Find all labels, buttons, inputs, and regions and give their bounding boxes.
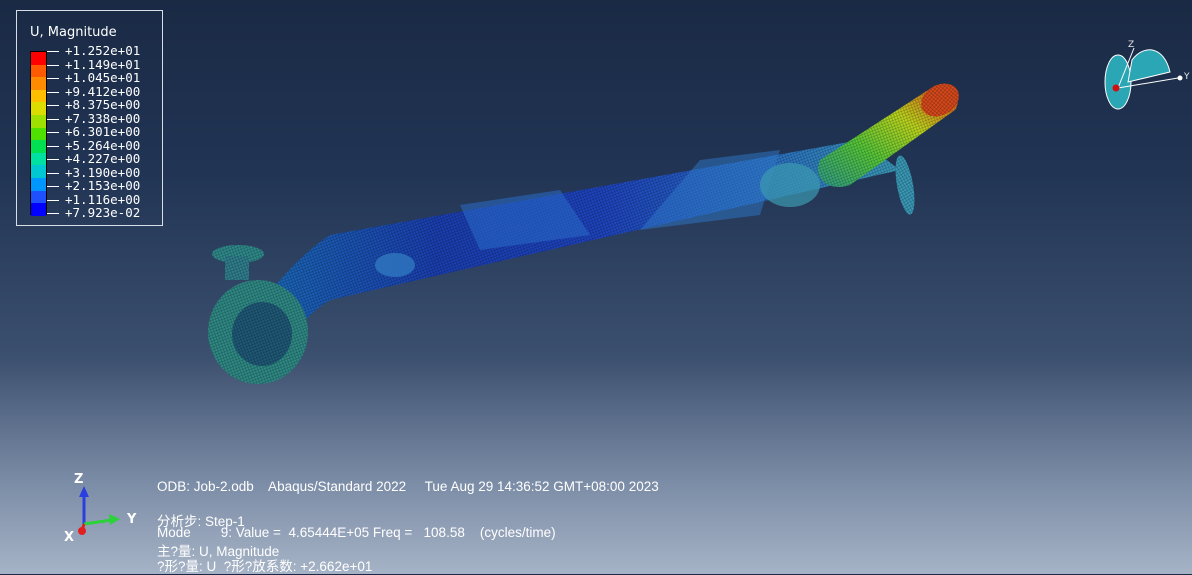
legend-tick: [47, 91, 59, 93]
view-cube-icon: [1104, 47, 1183, 110]
legend-value: +2.153e+00: [65, 178, 141, 193]
legend-swatch: [31, 190, 46, 204]
view-cube-z-label: Z: [1128, 40, 1135, 50]
legend-value: +1.116e+00: [65, 191, 141, 207]
legend-title: U, Magnitude: [30, 25, 117, 40]
legend-tick: [47, 145, 59, 147]
legend-value: +3.190e+00: [65, 164, 141, 180]
legend-value: +6.301e+00: [65, 124, 141, 139]
legend-tick: [47, 78, 59, 79]
legend-swatch: [31, 152, 46, 166]
legend-swatch: [31, 140, 46, 153]
legend-value: +1.252e+01: [65, 43, 141, 58]
legend-value: +8.375e+00: [65, 97, 141, 112]
legend-value: +1.149e+01: [65, 56, 141, 72]
legend-swatch: [31, 77, 46, 90]
deformed-var-line: ?形?量: U ?形?放系数: +2.662e+01: [157, 559, 373, 574]
mode-line: Mode 9: Value = 4.65444E+05 Freq = 108.5…: [157, 525, 556, 540]
legend-swatch: [31, 102, 46, 116]
legend-tick: [47, 105, 59, 106]
view-cube-y-label: Y: [1184, 72, 1190, 82]
legend-swatch: [31, 89, 46, 103]
legend-color-bar: [30, 51, 47, 216]
axis-y-label: Y: [127, 512, 137, 527]
legend-tick: [47, 51, 59, 52]
odb-info-line: ODB: Job-2.odb Abaqus/Standard 2022 Tue …: [157, 479, 659, 494]
legend-value: +7.923e-02: [65, 205, 141, 220]
axis-triad: Z Y X: [60, 470, 150, 550]
legend-value: +1.045e+01: [65, 70, 141, 85]
legend-swatch: [31, 115, 46, 128]
legend-swatch: [31, 165, 46, 179]
legend-tick: [47, 132, 59, 133]
legend-swatch: [31, 203, 46, 216]
view-orientation-widget[interactable]: Z Y: [1098, 38, 1192, 114]
legend-tick: [47, 213, 59, 214]
legend-value: +4.227e+00: [65, 151, 141, 166]
axis-z-label: Z: [74, 472, 84, 487]
contour-legend: U, Magnitude +1.252e+01 +1.149e+01 +1.045e…: [16, 10, 163, 226]
legend-value: +5.264e+00: [65, 137, 141, 153]
legend-tick: [47, 159, 59, 160]
legend-tick: [47, 64, 59, 66]
axis-x-label: X: [64, 530, 75, 545]
legend-value: +9.412e+00: [65, 83, 141, 99]
legend-swatch: [31, 52, 46, 65]
legend-tick: [47, 186, 59, 187]
legend-value: +7.338e+00: [65, 110, 141, 126]
legend-swatch: [31, 127, 46, 141]
legend-tick: [47, 199, 59, 201]
legend-swatch: [31, 64, 46, 78]
legend-tick: [47, 118, 59, 120]
legend-tick: [47, 172, 59, 174]
legend-swatch: [31, 178, 46, 191]
